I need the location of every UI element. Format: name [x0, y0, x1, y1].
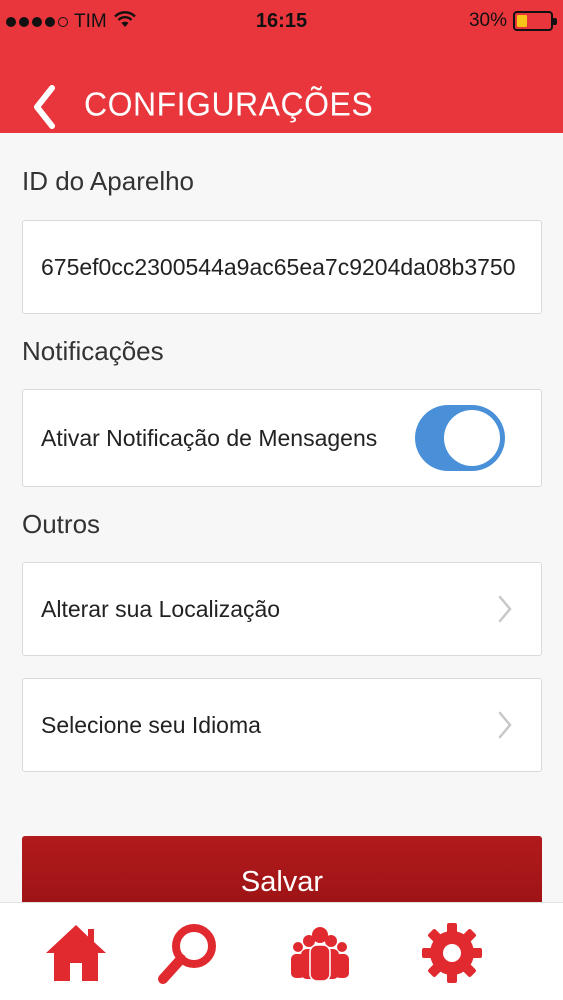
battery-info: 30% [468, 10, 557, 32]
nav-header: TIM 16:15 30% CONFIGURAÇÕES [0, 0, 563, 133]
chevron-right-icon [498, 595, 512, 623]
toggle-knob [444, 410, 500, 466]
gear-icon [422, 923, 482, 983]
others-label: Outros [22, 509, 101, 539]
back-button[interactable] [28, 82, 68, 132]
tab-people[interactable] [288, 921, 352, 985]
status-bar: TIM 16:15 30% [0, 0, 563, 44]
change-location-item[interactable]: Alterar sua Localização [22, 562, 542, 656]
home-icon [46, 925, 106, 981]
tab-settings[interactable] [420, 921, 484, 985]
notifications-label: Notificações [22, 336, 164, 366]
battery-level [517, 15, 527, 27]
message-notification-label: Ativar Notificação de Mensagens [41, 424, 378, 451]
message-notification-toggle[interactable] [415, 405, 505, 471]
chevron-right-icon [498, 711, 512, 739]
device-id-label: ID do Aparelho [22, 166, 195, 196]
select-language-item[interactable]: Selecione seu Idioma [22, 678, 542, 772]
tab-search[interactable] [156, 921, 220, 985]
device-id-value: 675ef0cc2300544a9ac65ea7c9204da08b3750 [41, 253, 516, 280]
message-notification-row: Ativar Notificação de Mensagens [22, 389, 542, 487]
people-icon [291, 927, 349, 982]
device-id-field[interactable]: 675ef0cc2300544a9ac65ea7c9204da08b3750 [22, 220, 542, 314]
battery-percent: 30% [468, 10, 507, 31]
search-icon [158, 924, 216, 984]
chevron-left-icon [34, 85, 55, 129]
change-location-label: Alterar sua Localização [41, 595, 281, 622]
page-title: CONFIGURAÇÕES [84, 85, 374, 123]
tab-home[interactable] [44, 921, 108, 985]
tab-bar [0, 902, 563, 1000]
select-language-label: Selecione seu Idioma [41, 711, 261, 738]
battery-icon [513, 11, 557, 31]
